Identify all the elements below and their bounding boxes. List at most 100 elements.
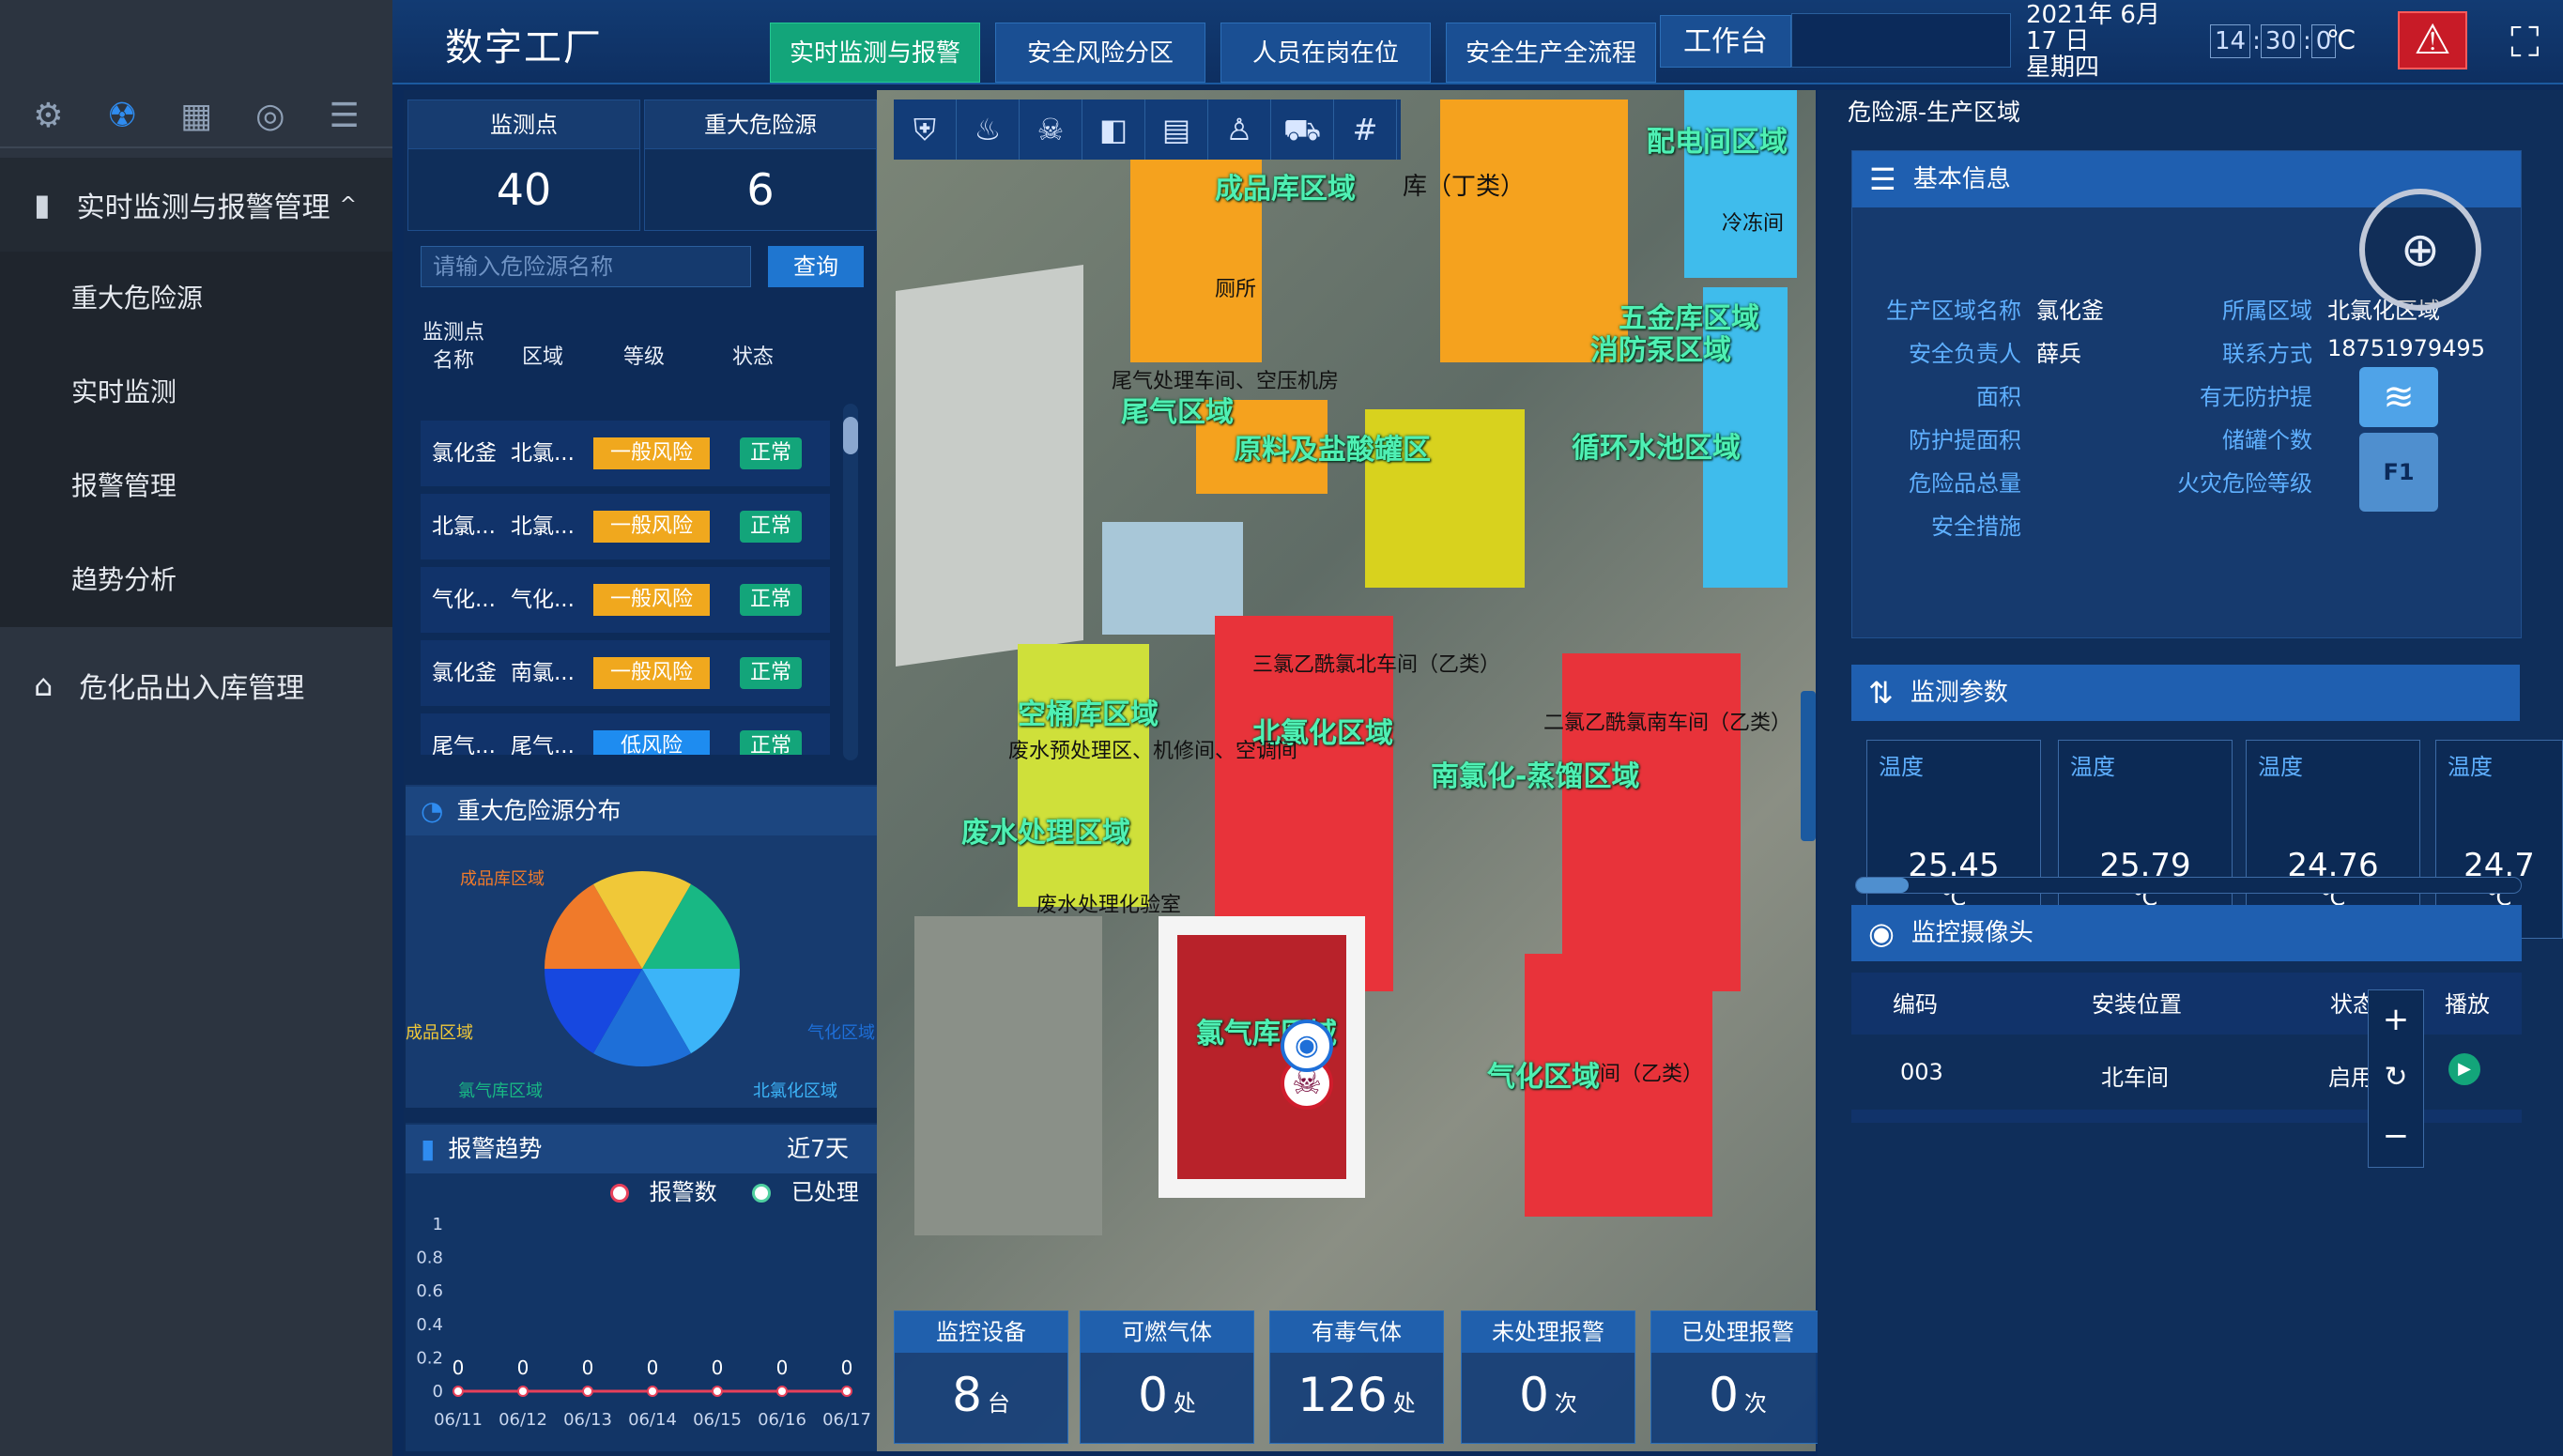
fence-icon[interactable]: # [1334, 100, 1397, 160]
table-scrollbar[interactable] [843, 404, 858, 760]
layers-icon[interactable]: ≋ [2359, 367, 2438, 427]
alarm-warning-icon[interactable]: ⚠ [2398, 11, 2467, 69]
menu-chemical-storage[interactable]: ⌂ 危化品出入库管理 [0, 638, 392, 732]
submenu-item-alarm[interactable]: 报警管理 [0, 439, 392, 533]
right-panel: 危险源-生产区域 ☰ 基本信息 生产区域名称 氯化釜 所属区域 北氯化区域 安全负… [1818, 90, 2563, 1456]
y-tick: 0 [433, 1382, 443, 1402]
x-tick: 06/12 [499, 1410, 547, 1430]
params-title: ⇅ 监测参数 [1851, 665, 2520, 721]
webcam-icon: ◉ [1868, 915, 1895, 951]
submenu-item-monitor[interactable]: 实时监测 [0, 345, 392, 439]
tab-process[interactable]: 安全生产全流程 [1446, 23, 1656, 83]
table-header: 监测点名称 区域 等级 状态 [422, 321, 774, 373]
floor-button[interactable]: F1 [2359, 433, 2438, 512]
grid-icon[interactable]: ▦ [168, 97, 224, 135]
params-scrollbar[interactable] [1855, 877, 2522, 894]
menu-realtime-monitor[interactable]: ▮ 实时监测与报警管理 ^ [0, 158, 392, 252]
sliders-param-icon: ⇅ [1868, 675, 1894, 711]
factory-map[interactable]: 配电间区域 成品库区域 库（丁类） 五金库区域 消防泵区域 尾气区域 原料及盐酸… [877, 90, 1816, 1451]
trend-point[interactable] [453, 1386, 464, 1397]
y-tick: 0.8 [416, 1249, 443, 1268]
bottom-stat-card: 已处理报警 0次 [1650, 1310, 1825, 1444]
x-tick: 06/11 [434, 1410, 483, 1430]
data-label: 0 [712, 1356, 724, 1379]
map-collapse-handle[interactable] [1801, 691, 1816, 841]
workbench-button[interactable]: 工作台 [1660, 15, 1791, 68]
tab-risk-zone[interactable]: 安全风险分区 [995, 23, 1205, 83]
table-row[interactable]: 氯化釜 北氯... 一般风险 正常 [421, 421, 830, 486]
data-label: 0 [582, 1356, 594, 1379]
x-tick: 06/16 [758, 1410, 806, 1430]
bottom-stat-card: 监控设备 8台 [894, 1310, 1068, 1444]
skull-icon[interactable]: ☠ [1020, 100, 1082, 160]
y-tick: 0.6 [416, 1281, 443, 1301]
tab-realtime[interactable]: 实时监测与报警 [770, 23, 980, 83]
layout-icon[interactable]: ▤ [1145, 100, 1208, 160]
x-tick: 06/15 [693, 1410, 742, 1430]
hazard-search-input[interactable]: 请输入危险源名称 [421, 246, 751, 287]
table-row[interactable]: 气化... 气化... 一般风险 正常 [421, 567, 830, 633]
shield-icon[interactable]: ⛨ [894, 100, 957, 160]
hazard-icon[interactable]: ☢ [94, 97, 150, 135]
trend-bar-icon: ▮ [421, 1133, 436, 1164]
target-icon[interactable]: ◎ [242, 97, 299, 135]
pie-label: 成品区域 [406, 1023, 473, 1043]
submenu-item-hazard[interactable]: 重大危险源 [0, 252, 392, 345]
zoom-out-icon[interactable]: − [2369, 1107, 2423, 1165]
trend-point[interactable] [647, 1386, 658, 1397]
trend-point[interactable] [712, 1386, 723, 1397]
pie-chart-icon: ◔ [421, 795, 444, 826]
submenu: 重大危险源 实时监测 报警管理 趋势分析 [0, 252, 392, 627]
monitor-count-box: 监测点 40 [407, 100, 640, 231]
fire-icon[interactable]: ♨ [957, 100, 1020, 160]
cctv-icon[interactable]: ◧ [1082, 100, 1145, 160]
trend-title: ▮ 报警趋势 近7天 [406, 1125, 877, 1173]
date-display: 2021年 6月 17 日 星期四 [2026, 1, 2160, 82]
tab-personnel[interactable]: 人员在岗在位 [1220, 23, 1431, 83]
data-label: 0 [647, 1356, 659, 1379]
fullscreen-icon[interactable]: ⛶ [2510, 19, 2540, 67]
warehouse-icon: ⌂ [34, 667, 54, 703]
bottom-stat-card: 可燃气体 0处 [1080, 1310, 1254, 1444]
table-row[interactable]: 北氯... 北氯... 一般风险 正常 [421, 494, 830, 559]
app-title: 数字工厂 [445, 26, 603, 69]
trend-chart: 1 0.8 0.6 0.4 0.2 0 06/11 0 06/12 0 06/13 0 06/14 0 06… [416, 1215, 871, 1430]
x-tick: 06/14 [628, 1410, 677, 1430]
pie-label: 气化区域 [807, 1023, 875, 1043]
car-icon[interactable]: ⛟ [1271, 100, 1334, 160]
header: 数字工厂 实时监测与报警 安全风险分区 人员在岗在位 安全生产全流程 工作台 2… [392, 0, 2563, 84]
refresh-icon[interactable]: ↻ [2369, 1049, 2423, 1107]
map-toolbar: ⛨ ♨ ☠ ◧ ▤ ♙ ⛟ # [894, 100, 1401, 160]
table-row[interactable]: 氯化釜 南氯... 一般风险 正常 [421, 640, 830, 706]
pie-chart: 成品库区域成品区域氯气库区域 北氯化区域 气化区域 [406, 869, 875, 1100]
trend-point[interactable] [517, 1386, 529, 1397]
legend-done-marker [752, 1184, 772, 1203]
y-tick: 1 [433, 1215, 443, 1234]
camera-marker-icon[interactable]: ◉ [1281, 1019, 1333, 1072]
gear-icon[interactable]: ⚙ [20, 97, 76, 135]
trend-point[interactable] [582, 1386, 593, 1397]
person-icon[interactable]: ♙ [1208, 100, 1271, 160]
y-tick: 0.2 [416, 1348, 443, 1368]
chevron-up-icon: ^ [339, 192, 358, 217]
x-tick: 06/13 [563, 1410, 612, 1430]
submenu-item-trend[interactable]: 趋势分析 [0, 533, 392, 627]
trend-legend: 报警数 已处理 [610, 1173, 859, 1206]
data-label: 0 [776, 1356, 789, 1379]
x-tick: 06/17 [822, 1410, 871, 1430]
data-label: 0 [841, 1356, 853, 1379]
camera-title: ◉ 监控摄像头 [1851, 905, 2522, 961]
table-row[interactable]: 尾气... 尾气... 低风险 正常 [421, 713, 830, 755]
play-icon[interactable]: ▶ [2448, 1053, 2480, 1085]
bottom-stat-card: 有毒气体 126 处 [1269, 1310, 1444, 1444]
trend-point[interactable] [776, 1386, 788, 1397]
trend-point[interactable] [841, 1386, 852, 1397]
zoom-in-icon[interactable]: + [2369, 990, 2423, 1049]
data-label: 0 [517, 1356, 529, 1379]
query-button[interactable]: 查询 [768, 246, 864, 287]
sidebar-icon-bar: ⚙ ☢ ▦ ◎ ☰ [0, 84, 392, 148]
hazard-count-box: 重大危险源 6 [644, 100, 877, 231]
sliders-icon[interactable]: ☰ [316, 97, 373, 135]
compass-icon[interactable]: ⊕ [2359, 189, 2481, 311]
header-input[interactable] [1791, 13, 2011, 68]
